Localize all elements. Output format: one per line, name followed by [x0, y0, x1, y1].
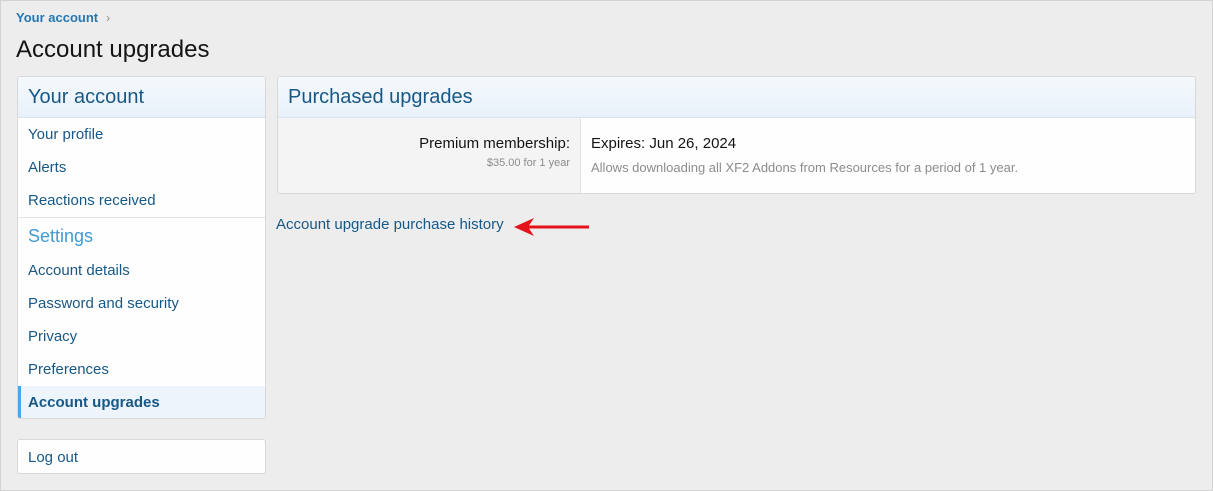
upgrade-expiry: Expires: Jun 26, 2024 — [591, 135, 737, 152]
upgrade-description: Allows downloading all XF2 Addons from R… — [591, 160, 1019, 175]
sidebar-item-your-profile[interactable]: Your profile — [18, 118, 265, 151]
sidebar-item-preferences[interactable]: Preferences — [18, 353, 265, 386]
sidebar-item-account-details[interactable]: Account details — [18, 254, 265, 287]
sidebar-settings-heading: Settings — [28, 226, 94, 246]
purchased-upgrades-block: Purchased upgrades Premium membership: $… — [277, 76, 1196, 194]
upgrade-price: $35.00 for 1 year — [486, 157, 570, 169]
upgrade-value-cell: Expires: Jun 26, 2024 Allows downloading… — [581, 118, 1019, 193]
sidebar-item-alerts[interactable]: Alerts — [18, 151, 265, 184]
account-sidebar: Your account Your profile Alerts Reactio… — [17, 76, 266, 419]
sidebar-item-privacy[interactable]: Privacy — [18, 320, 265, 353]
upgrade-label-cell: Premium membership: $35.00 for 1 year — [278, 118, 581, 193]
upgrade-row: Premium membership: $35.00 for 1 year Ex… — [278, 118, 1195, 193]
upgrade-name: Premium membership: — [419, 135, 570, 152]
red-arrow-left-icon — [514, 218, 589, 236]
logout-link[interactable]: Log out — [18, 440, 265, 475]
sidebar-item-password-security[interactable]: Password and security — [18, 287, 265, 320]
sidebar-item-account-upgrades[interactable]: Account upgrades — [18, 386, 265, 418]
breadcrumb-your-account-link[interactable]: Your account — [16, 10, 98, 25]
purchased-upgrades-heading: Purchased upgrades — [278, 77, 1195, 118]
page-title: Account upgrades — [16, 36, 210, 63]
purchase-history-link[interactable]: Account upgrade purchase history — [276, 216, 504, 233]
sidebar-item-reactions-received[interactable]: Reactions received — [18, 184, 265, 217]
sidebar-heading: Your account — [18, 77, 265, 118]
chevron-right-icon: › — [106, 10, 111, 25]
breadcrumb: Your account › — [16, 10, 110, 25]
logout-box: Log out — [17, 439, 266, 474]
